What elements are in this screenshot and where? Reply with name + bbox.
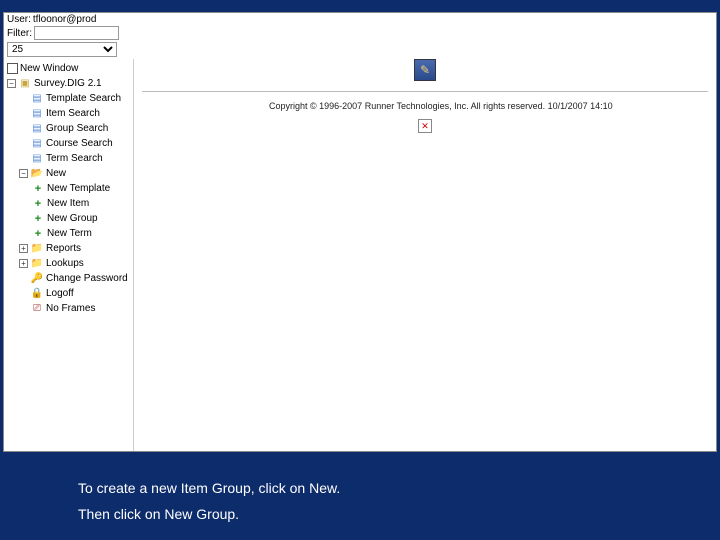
tree-group-search[interactable]: ▤ Group Search [7,121,130,136]
app-logo-icon: ✎ [414,59,436,81]
folder-open-icon: 📂 [30,167,44,180]
plus-icon: + [31,227,45,240]
caption-line-1: To create a new Item Group, click on New… [78,475,340,502]
tree-change-password[interactable]: 🔑 Change Password [7,271,130,286]
tree-label: Template Search [46,93,121,104]
divider [142,91,708,92]
tree-label: New [46,168,66,179]
tree-label: New Group [47,213,98,224]
broken-image-icon: ✕ [418,119,432,133]
checkbox-icon[interactable] [7,63,18,74]
plus-icon: + [31,182,45,195]
caption-line-2: Then click on New Group. [78,501,340,528]
tree-item-search[interactable]: ▤ Item Search [7,106,130,121]
tree-reports[interactable]: + 📁 Reports [7,241,130,256]
tree-label: No Frames [46,303,95,314]
folder-icon: 📁 [30,257,44,270]
limit-select[interactable]: 25 [7,42,117,57]
tree-label: New Window [20,63,78,74]
panes: New Window − ▣ Survey.DIG 2.1 ▤ Template… [4,59,716,451]
tree-template-search[interactable]: ▤ Template Search [7,91,130,106]
tree-label: New Template [47,183,110,194]
limit-row: 25 [4,42,716,59]
tree-course-search[interactable]: ▤ Course Search [7,136,130,151]
tree-label: Group Search [46,123,108,134]
tree-label: Reports [46,243,81,254]
tree-new-template[interactable]: + New Template [7,181,130,196]
document-icon: ▤ [30,92,44,105]
lock-icon: 🔒 [30,287,44,300]
user-value: tfloonor@prod [33,14,97,25]
filter-label: Filter: [7,28,32,39]
tree-label: Item Search [46,108,100,119]
app-icon: ▣ [18,77,32,90]
copyright-text: Copyright © 1996-2007 Runner Technologie… [269,101,613,111]
tree-label: Survey.DIG 2.1 [34,78,102,89]
tree-label: New Item [47,198,89,209]
plus-icon: + [31,212,45,225]
tree-label: Term Search [46,153,103,164]
key-icon: 🔑 [30,272,44,285]
content-pane: ✎ Copyright © 1996-2007 Runner Technolog… [134,59,716,451]
document-icon: ▤ [30,122,44,135]
tree-no-frames[interactable]: ⎚ No Frames [7,301,130,316]
tree-term-search[interactable]: ▤ Term Search [7,151,130,166]
tree-lookups[interactable]: + 📁 Lookups [7,256,130,271]
collapse-icon[interactable]: − [7,79,16,88]
tree-label: New Term [47,228,92,239]
tree-pane: New Window − ▣ Survey.DIG 2.1 ▤ Template… [4,59,134,451]
tree-label: Lookups [46,258,84,269]
tree-label: Logoff [46,288,74,299]
door-icon: ⎚ [30,302,44,315]
user-row: User: tfloonor@prod [4,13,716,26]
tree-label: Change Password [46,273,128,284]
document-icon: ▤ [30,107,44,120]
tree-label: Course Search [46,138,113,149]
filter-input[interactable] [34,26,119,40]
plus-icon: + [31,197,45,210]
tree-new-term[interactable]: + New Term [7,226,130,241]
filter-row: Filter: [4,26,716,42]
tree-logoff[interactable]: 🔒 Logoff [7,286,130,301]
app-window: User: tfloonor@prod Filter: 25 New Windo… [3,12,717,452]
folder-icon: 📁 [30,242,44,255]
user-label: User: [7,14,31,25]
tree-new-group[interactable]: + New Group [7,211,130,226]
document-icon: ▤ [30,137,44,150]
tree-root[interactable]: − ▣ Survey.DIG 2.1 [7,76,130,91]
tree-new-window[interactable]: New Window [7,61,130,76]
expand-icon[interactable]: + [19,259,28,268]
instruction-caption: To create a new Item Group, click on New… [78,475,340,528]
tree-new[interactable]: − 📂 New [7,166,130,181]
collapse-icon[interactable]: − [19,169,28,178]
document-icon: ▤ [30,152,44,165]
tree-new-item[interactable]: + New Item [7,196,130,211]
expand-icon[interactable]: + [19,244,28,253]
